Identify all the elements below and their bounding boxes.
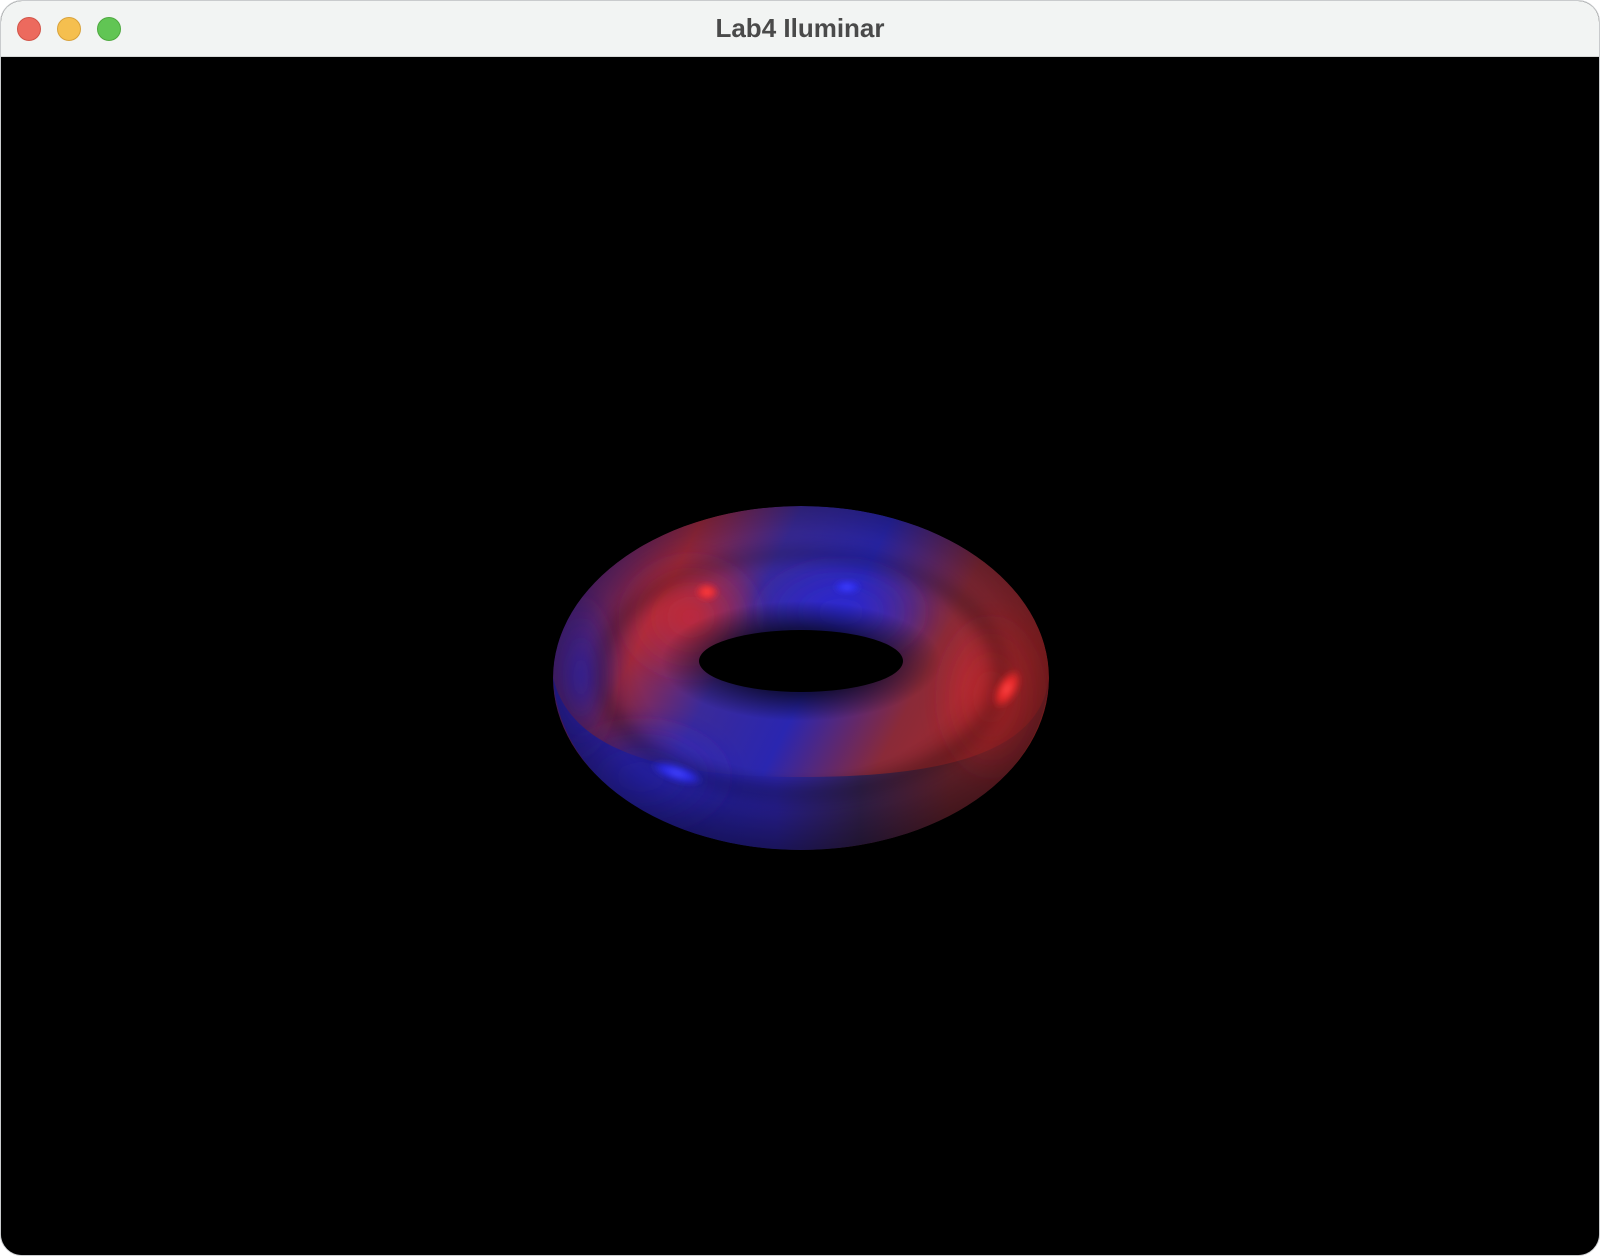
torus-object [541, 506, 1051, 850]
gl-viewport[interactable] [1, 57, 1599, 1255]
window-title: Lab4 Iluminar [715, 13, 885, 43]
highlight-blue-top [833, 580, 861, 594]
render-canvas [541, 506, 1051, 850]
highlight-red-top [695, 583, 719, 601]
title-bar[interactable]: Lab4 Iluminar [1, 1, 1599, 57]
app-window: Lab4 Iluminar [0, 0, 1600, 1256]
